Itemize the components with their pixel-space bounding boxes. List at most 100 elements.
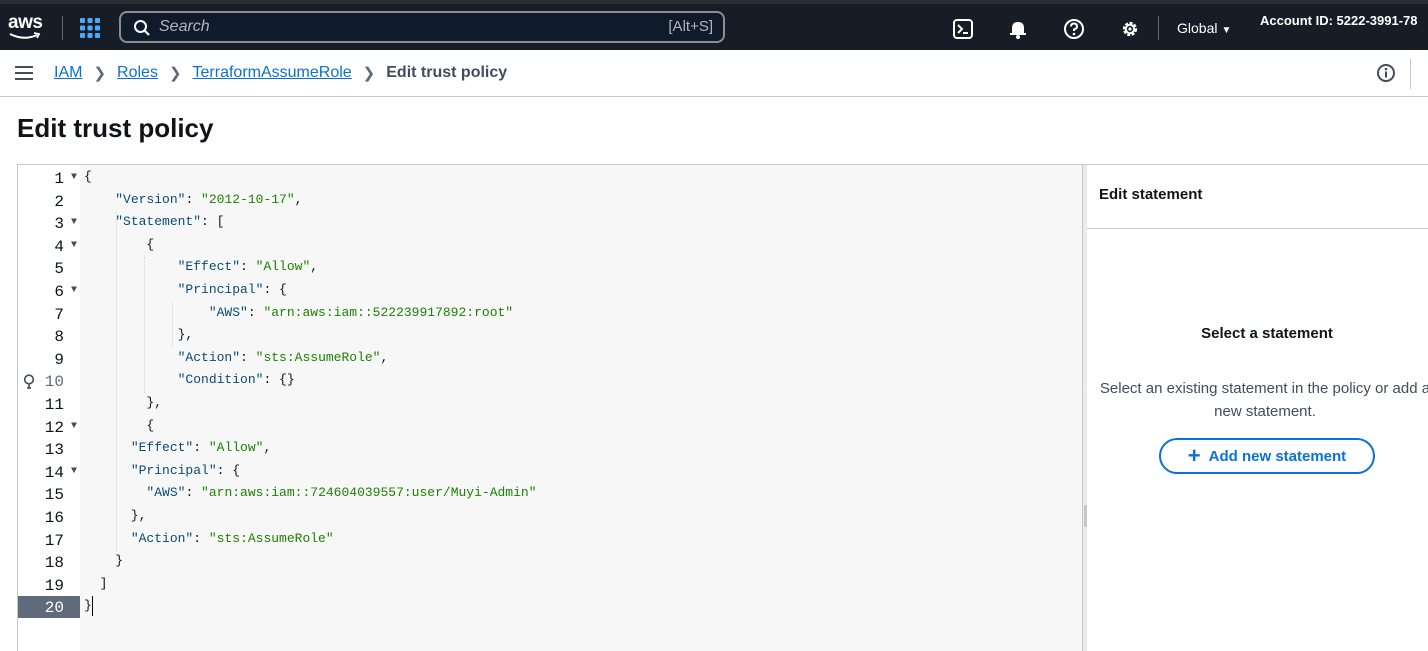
code-line: {	[84, 417, 155, 433]
line-number: 9	[18, 348, 80, 370]
search-shortcut-hint: [Alt+S]	[668, 18, 713, 35]
line-number-text: 7	[54, 305, 64, 324]
code-line: "Version": "2012-10-17",	[115, 191, 303, 207]
page-title: Edit trust policy	[17, 113, 214, 143]
cloudshell-icon[interactable]	[952, 18, 974, 40]
line-number: 12 ▼	[18, 416, 80, 438]
empty-state-title: Select a statement	[1201, 325, 1333, 342]
lightbulb-icon[interactable]	[23, 374, 35, 390]
line-number-text: 3	[54, 215, 64, 234]
line-number: 14 ▼	[18, 461, 80, 483]
add-new-statement-button[interactable]: + Add new statement	[1159, 438, 1375, 474]
notifications-bell-icon[interactable]	[1007, 18, 1029, 40]
line-number-text: 8	[54, 328, 64, 347]
line-number-text: 9	[54, 350, 64, 369]
line-number: 17	[18, 529, 80, 551]
panel-header: Edit statement	[1087, 165, 1428, 229]
empty-state-description: Select an existing statement in the poli…	[1099, 380, 1428, 420]
account-menu[interactable]: Account ID: 5222-3991-78	[1260, 13, 1418, 28]
fold-toggle-icon[interactable]: ▼	[71, 466, 77, 477]
services-grid-icon[interactable]	[78, 16, 102, 40]
breadcrumb-iam[interactable]: IAM	[54, 64, 82, 82]
line-number-text: 6	[54, 283, 64, 301]
help-icon[interactable]	[1063, 18, 1085, 40]
code-line: }	[84, 598, 92, 614]
search-input[interactable]	[159, 16, 639, 38]
aws-logo-text: aws	[8, 12, 43, 33]
line-number: 5	[18, 257, 80, 279]
line-number-text: 20	[44, 599, 64, 618]
chevron-right-icon: ❯	[93, 65, 107, 82]
line-number-text: 17	[44, 531, 64, 550]
nav-divider	[1158, 16, 1159, 40]
divider	[1410, 59, 1411, 89]
code-line: "Action": "sts:AssumeRole",	[177, 349, 389, 365]
line-number-text: 14	[44, 463, 64, 482]
code-line: {	[84, 236, 155, 252]
caret-down-icon: ▼	[1221, 25, 1232, 36]
nav-divider	[62, 16, 63, 40]
code-line: }	[84, 553, 124, 569]
aws-smile-icon	[9, 32, 41, 39]
breadcrumb-bar: IAM ❯ Roles ❯ TerraformAssumeRole ❯ Edit…	[0, 50, 1428, 97]
line-number-text: 5	[54, 260, 64, 279]
edit-statement-panel: Edit statement Select a statement Select…	[1087, 165, 1428, 651]
line-number-text: 18	[44, 554, 64, 573]
code-line: "AWS": "arn:aws:iam::724604039557:user/M…	[146, 485, 537, 501]
menu-hamburger-icon[interactable]	[15, 66, 33, 80]
code-line: "Statement": [	[115, 214, 225, 230]
code-line: "Effect": "Allow",	[130, 440, 272, 456]
indent-guide	[116, 438, 117, 529]
code-line: ]	[84, 575, 108, 591]
line-number: 4 ▼	[18, 235, 80, 257]
chevron-right-icon: ❯	[362, 65, 376, 82]
line-number-text: 13	[44, 441, 64, 460]
code-line: },	[84, 395, 163, 410]
line-number: 15	[18, 483, 80, 505]
line-number: 11	[18, 393, 80, 415]
line-number: 6 ▼	[18, 280, 80, 302]
breadcrumb-current: Edit trust policy	[386, 64, 508, 81]
code-line: },	[84, 327, 194, 343]
info-icon[interactable]	[1376, 63, 1396, 83]
code-line: {	[84, 169, 92, 184]
aws-logo[interactable]: aws	[8, 12, 46, 44]
line-number: 8	[18, 325, 80, 347]
line-number: 3 ▼	[18, 212, 80, 234]
line-number-text: 1	[54, 170, 64, 188]
chevron-right-icon: ❯	[168, 65, 182, 82]
breadcrumb-role-name[interactable]: TerraformAssumeRole	[193, 64, 352, 82]
region-selector[interactable]: Global ▼	[1177, 20, 1231, 36]
add-new-statement-label: Add new statement	[1208, 447, 1347, 465]
fold-toggle-icon[interactable]: ▼	[71, 217, 77, 228]
json-code-area[interactable]: { "Version": "2012-10-17", "Statement": …	[80, 165, 1082, 651]
panel-title: Edit statement	[1099, 186, 1203, 203]
code-line: "Action": "sts:AssumeRole"	[130, 530, 334, 546]
breadcrumb-roles[interactable]: Roles	[117, 64, 158, 82]
region-label: Global	[1177, 20, 1218, 36]
code-line: "AWS": "arn:aws:iam::522239917892:root"	[208, 304, 514, 320]
top-navigation: aws [Alt+S]	[0, 0, 1428, 50]
search-icon	[134, 20, 150, 36]
settings-gear-icon[interactable]	[1119, 18, 1141, 40]
code-line: "Effect": "Allow",	[177, 259, 319, 275]
fold-toggle-icon[interactable]: ▼	[71, 240, 77, 251]
policy-editor: 1 ▼ 2 3 ▼ 4 ▼ 5 6 ▼ 7 8 9 10 11 12 ▼ 13 14 ▼ 15 16 17 18 19 20 { …	[17, 164, 1428, 651]
fold-toggle-icon[interactable]: ▼	[71, 285, 77, 296]
line-number: 7	[18, 303, 80, 325]
line-number: 18	[18, 551, 80, 573]
line-number-text: 2	[54, 192, 64, 211]
fold-toggle-icon[interactable]: ▼	[71, 421, 77, 432]
line-number: 19	[18, 574, 80, 596]
plus-icon: +	[1187, 443, 1201, 468]
code-line: "Principal": {	[177, 282, 287, 297]
line-number-gutter: 1 ▼ 2 3 ▼ 4 ▼ 5 6 ▼ 7 8 9 10 11 12 ▼ 13 14 ▼ 15 16 17 18 19 20	[18, 165, 80, 651]
breadcrumb: IAM ❯ Roles ❯ TerraformAssumeRole ❯ Edit…	[54, 64, 507, 82]
line-number-text: 12	[44, 418, 64, 437]
line-number-text: 15	[44, 486, 64, 505]
fold-toggle-icon[interactable]: ▼	[71, 172, 77, 183]
text-cursor	[92, 596, 93, 616]
indent-guide	[144, 257, 145, 393]
line-number: 10	[18, 370, 80, 392]
global-search[interactable]: [Alt+S]	[119, 11, 725, 43]
